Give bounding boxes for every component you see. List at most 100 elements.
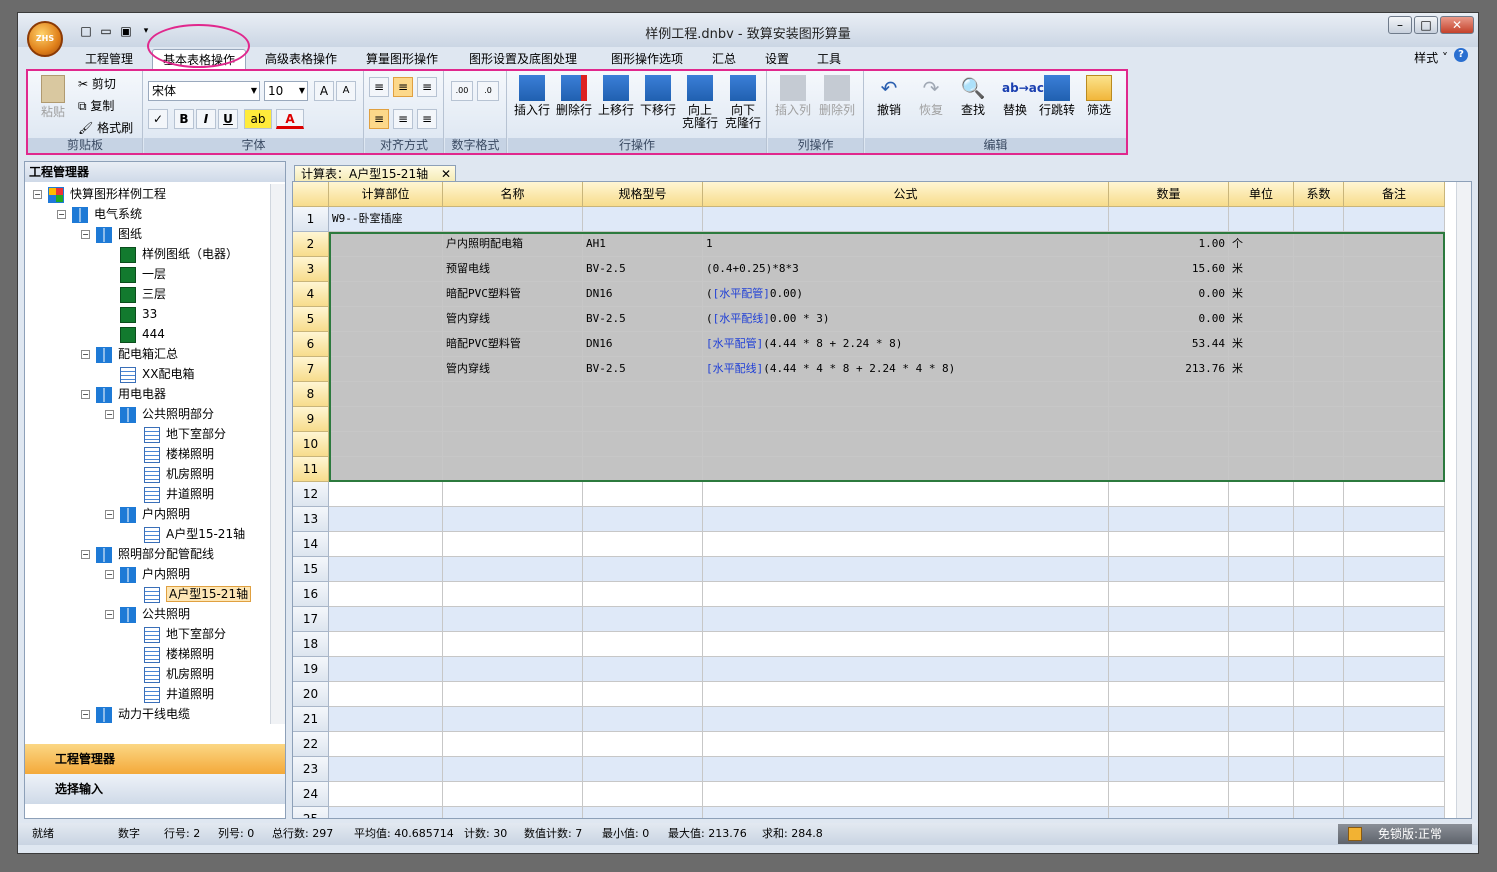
grid-cell-formula[interactable] — [703, 532, 1109, 557]
grid-cell-part[interactable] — [329, 732, 443, 757]
grid-cell-spec[interactable]: DN16 — [583, 332, 703, 357]
row-header[interactable]: 12 — [293, 482, 329, 507]
nav-select-input[interactable]: 选择输入 — [25, 774, 285, 804]
grid-scrollbar[interactable] — [1456, 182, 1471, 818]
grid-cell-unit[interactable] — [1229, 207, 1294, 232]
grid-cell-name[interactable]: 预留电线 — [443, 257, 583, 282]
row-header[interactable]: 9 — [293, 407, 329, 432]
grid-cell-formula[interactable] — [703, 782, 1109, 807]
grid-cell-name[interactable]: 管内穿线 — [443, 307, 583, 332]
format-painter-button[interactable]: 🖌 格式刷 — [78, 119, 133, 136]
grid-cell-qty[interactable] — [1109, 807, 1229, 818]
grid-cell-part[interactable] — [329, 407, 443, 432]
grid-cell-spec[interactable]: BV-2.5 — [583, 257, 703, 282]
grid-cell-unit[interactable] — [1229, 707, 1294, 732]
grid-cell-qty[interactable]: 0.00 — [1109, 282, 1229, 307]
grid-cell-qty[interactable] — [1109, 482, 1229, 507]
grid-cell-spec[interactable] — [583, 757, 703, 782]
tree-node[interactable]: 机房照明 — [129, 664, 214, 684]
grid-cell-qty[interactable]: 1.00 — [1109, 232, 1229, 257]
grid-cell-part[interactable] — [329, 432, 443, 457]
grid-cell-formula[interactable] — [703, 632, 1109, 657]
tree-node[interactable]: XX配电箱 — [105, 364, 194, 384]
grid-cell-note[interactable] — [1344, 407, 1445, 432]
minimize-button[interactable]: – — [1388, 16, 1412, 34]
collapse-toggle-icon[interactable]: − — [57, 210, 66, 219]
grid-cell-note[interactable] — [1344, 732, 1445, 757]
grid-cell-coef[interactable] — [1294, 657, 1344, 682]
grid-cell-coef[interactable] — [1294, 782, 1344, 807]
grid-cell-part[interactable] — [329, 607, 443, 632]
grid-cell-note[interactable] — [1344, 582, 1445, 607]
grid-cell-spec[interactable] — [583, 407, 703, 432]
row-header[interactable]: 6 — [293, 332, 329, 357]
grid-cell-qty[interactable]: 53.44 — [1109, 332, 1229, 357]
grid-cell-part[interactable] — [329, 332, 443, 357]
grid-cell-formula[interactable] — [703, 432, 1109, 457]
tree-node[interactable]: A户型15-21轴 — [129, 524, 245, 544]
grid-cell-qty[interactable]: 15.60 — [1109, 257, 1229, 282]
column-header[interactable]: 计算部位 — [329, 182, 443, 207]
grid-cell-unit[interactable] — [1229, 657, 1294, 682]
tab-graphics-settings[interactable]: 图形设置及底图处理 — [459, 49, 587, 69]
grid-cell-note[interactable] — [1344, 632, 1445, 657]
grid-cell-unit[interactable] — [1229, 382, 1294, 407]
row-header[interactable]: 20 — [293, 682, 329, 707]
grid-cell-formula[interactable]: (0.4+0.25)*8*3 — [703, 257, 1109, 282]
grid-cell-spec[interactable] — [583, 782, 703, 807]
grid-cell-qty[interactable] — [1109, 657, 1229, 682]
tree-scrollbar[interactable] — [270, 184, 285, 724]
grid-cell-name[interactable] — [443, 707, 583, 732]
app-logo[interactable]: ZHS — [27, 21, 63, 57]
replace-button[interactable]: ab→ac 替换 — [995, 75, 1044, 117]
grid-cell-spec[interactable] — [583, 657, 703, 682]
tree-node[interactable]: − 快算图形样例工程 — [33, 184, 166, 204]
grid-cell-qty[interactable] — [1109, 432, 1229, 457]
tree-node[interactable]: 444 — [105, 324, 165, 344]
clone-up-button[interactable]: 向上 克隆行 — [680, 75, 720, 130]
grid-cell-coef[interactable] — [1294, 257, 1344, 282]
tree-node[interactable]: − 配电箱汇总 — [81, 344, 178, 364]
grid-cell-note[interactable] — [1344, 682, 1445, 707]
grid-cell-spec[interactable] — [583, 582, 703, 607]
grid-cell-unit[interactable] — [1229, 682, 1294, 707]
align-bottom-icon[interactable]: ≡ — [417, 77, 437, 97]
grid-cell-qty[interactable] — [1109, 582, 1229, 607]
grid-cell-name[interactable] — [443, 807, 583, 818]
move-down-button[interactable]: 下移行 — [638, 75, 678, 117]
collapse-toggle-icon[interactable]: − — [33, 190, 42, 199]
grid-cell-qty[interactable] — [1109, 707, 1229, 732]
grid-cell-note[interactable] — [1344, 457, 1445, 482]
grid-cell-part[interactable] — [329, 232, 443, 257]
grid-cell-formula[interactable] — [703, 207, 1109, 232]
redo-button[interactable]: ↷ 恢复 — [911, 75, 951, 117]
grid-cell-part[interactable] — [329, 657, 443, 682]
grid-cell-name[interactable] — [443, 732, 583, 757]
grid-cell-formula[interactable] — [703, 582, 1109, 607]
grid-cell-formula[interactable] — [703, 707, 1109, 732]
grid-cell-qty[interactable] — [1109, 507, 1229, 532]
grid-cell-name[interactable] — [443, 682, 583, 707]
grid-cell-part[interactable] — [329, 532, 443, 557]
grid-cell-unit[interactable]: 米 — [1229, 282, 1294, 307]
align-center-icon[interactable]: ≡ — [393, 109, 413, 129]
grid-cell-unit[interactable] — [1229, 607, 1294, 632]
collapse-toggle-icon[interactable]: − — [105, 410, 114, 419]
grid-cell-coef[interactable] — [1294, 382, 1344, 407]
row-header[interactable]: 3 — [293, 257, 329, 282]
tree-node[interactable]: − 动力干线电缆 — [81, 704, 190, 724]
grid-cell-part[interactable]: W9--卧室插座 — [329, 207, 443, 232]
grid-cell-coef[interactable] — [1294, 632, 1344, 657]
grid-cell-qty[interactable] — [1109, 207, 1229, 232]
grid-cell-part[interactable] — [329, 507, 443, 532]
select-all-corner[interactable] — [293, 182, 329, 207]
grid-cell-spec[interactable] — [583, 632, 703, 657]
grid-cell-formula[interactable] — [703, 607, 1109, 632]
collapse-toggle-icon[interactable]: − — [105, 570, 114, 579]
tree-node[interactable]: 井道照明 — [129, 684, 214, 704]
grid-cell-note[interactable] — [1344, 432, 1445, 457]
collapse-toggle-icon[interactable]: − — [105, 610, 114, 619]
move-up-button[interactable]: 上移行 — [596, 75, 636, 117]
row-header[interactable]: 15 — [293, 557, 329, 582]
grid-cell-unit[interactable] — [1229, 407, 1294, 432]
